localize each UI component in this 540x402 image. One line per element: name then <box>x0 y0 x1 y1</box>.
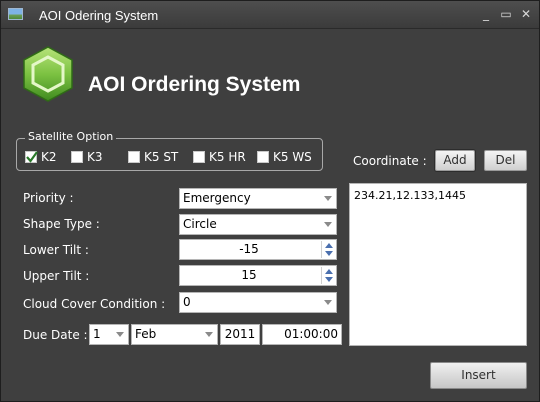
spin-buttons[interactable] <box>321 241 335 258</box>
insert-button[interactable]: Insert <box>430 362 527 389</box>
due-year-input[interactable]: 2011 <box>220 324 260 345</box>
checkbox-label: K3 <box>87 150 103 164</box>
checkbox-k5-hr[interactable]: K5 HR <box>193 150 246 164</box>
minimize-button[interactable]: _ <box>479 7 493 21</box>
checkbox-k5-st[interactable]: K5 ST <box>128 150 178 164</box>
cloud-cover-label: Cloud Cover Condition : <box>23 297 166 311</box>
checkbox-label: K2 <box>41 150 57 164</box>
due-month-select[interactable]: Feb <box>131 324 218 345</box>
checkbox-k2[interactable]: K2 <box>25 150 57 164</box>
cloud-cover-select[interactable]: 0 <box>179 292 337 313</box>
coordinate-textarea[interactable]: 234.21,12.133,1445 <box>349 183 527 346</box>
spin-down-icon[interactable] <box>325 251 333 256</box>
satellite-option-legend: Satellite Option <box>25 130 117 143</box>
chevron-down-icon[interactable] <box>116 332 124 337</box>
checkbox-checked-icon <box>25 151 38 163</box>
shape-type-select[interactable]: Circle <box>179 214 337 235</box>
checkbox-k3[interactable]: K3 <box>71 150 103 164</box>
add-coordinate-button[interactable]: Add <box>435 150 475 171</box>
app-window: AOI Odering System _ ▭ ✕ AOI Ordering Sy… <box>0 0 540 402</box>
upper-tilt-value: 15 <box>241 268 257 282</box>
upper-tilt-spinner[interactable]: 15 <box>179 265 337 286</box>
coordinate-text: 234.21,12.133,1445 <box>354 189 466 202</box>
due-day-value: 1 <box>93 327 101 341</box>
delete-coordinate-button[interactable]: Del <box>484 150 527 171</box>
checkbox-unchecked-icon <box>257 151 269 163</box>
chevron-down-icon[interactable] <box>324 222 332 227</box>
checkbox-unchecked-icon <box>193 151 205 163</box>
spin-up-icon[interactable] <box>325 243 333 248</box>
chevron-down-icon[interactable] <box>205 332 213 337</box>
lower-tilt-spinner[interactable]: -15 <box>179 239 337 260</box>
maximize-button[interactable]: ▭ <box>499 7 513 21</box>
due-date-label: Due Date : <box>23 328 88 342</box>
checkbox-unchecked-icon <box>128 151 140 163</box>
lower-tilt-value: -15 <box>239 242 259 256</box>
app-window-icon <box>8 8 23 20</box>
checkbox-label: K5 ST <box>144 150 179 164</box>
shape-type-value: Circle <box>183 217 217 231</box>
due-day-select[interactable]: 1 <box>89 324 129 345</box>
lower-tilt-label: Lower Tilt : <box>23 243 89 257</box>
due-time-input[interactable]: 01:00:00 <box>262 324 342 345</box>
priority-label: Priority : <box>23 191 74 205</box>
close-button[interactable]: ✕ <box>519 7 533 21</box>
green-hexagon-logo-icon <box>19 45 77 103</box>
title-bar[interactable]: AOI Odering System _ ▭ ✕ <box>1 1 539 29</box>
priority-select[interactable]: Emergency <box>179 188 337 209</box>
spin-down-icon[interactable] <box>325 277 333 282</box>
chevron-down-icon[interactable] <box>324 196 332 201</box>
priority-value: Emergency <box>183 191 251 205</box>
app-title: AOI Ordering System <box>88 73 301 96</box>
spin-buttons[interactable] <box>321 267 335 284</box>
checkbox-label: K5 WS <box>273 150 312 164</box>
chevron-down-icon[interactable] <box>324 300 332 305</box>
checkbox-k5-ws[interactable]: K5 WS <box>257 150 312 164</box>
coordinate-label: Coordinate : <box>353 154 427 168</box>
spin-up-icon[interactable] <box>325 269 333 274</box>
window-title: AOI Odering System <box>39 8 159 23</box>
cloud-cover-value: 0 <box>183 295 191 309</box>
due-month-value: Feb <box>135 327 157 341</box>
upper-tilt-label: Upper Tilt : <box>23 269 90 283</box>
checkbox-label: K5 HR <box>209 150 246 164</box>
checkbox-unchecked-icon <box>71 151 83 163</box>
shape-type-label: Shape Type : <box>23 217 100 231</box>
